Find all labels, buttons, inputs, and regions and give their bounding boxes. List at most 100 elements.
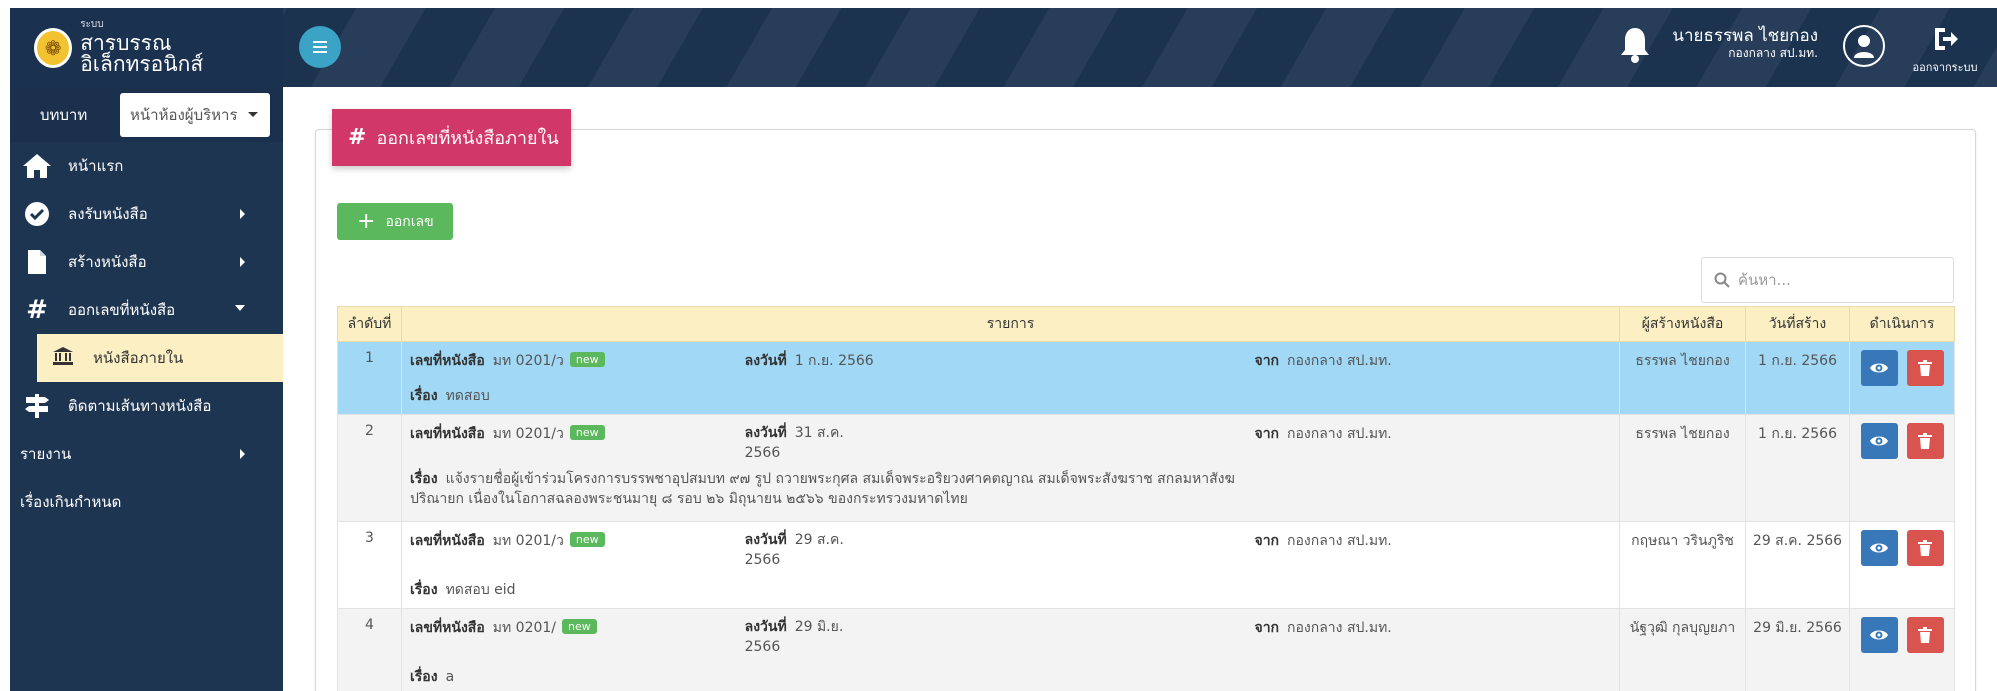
table-row[interactable]: 1 เลขที่หนังสือ มท 0201/ว new ลงวันที่ 1 ก.… <box>337 341 1955 415</box>
delete-button[interactable] <box>1906 530 1944 566</box>
row-created: 1 ก.ย. 2566 <box>1745 414 1850 522</box>
caret-down-icon <box>248 112 258 117</box>
doc-no: มท 0201/ว <box>492 353 564 369</box>
user-avatar-icon[interactable] <box>1843 25 1885 67</box>
table-row[interactable]: 4 เลขที่หนังสือ มท 0201/new ลงวันที่ 29 มิ… <box>337 608 1955 691</box>
sidebar-item-label: หน้าแรก <box>68 157 124 175</box>
sidebar-item-create[interactable]: สร้างหนังสือ <box>10 238 283 286</box>
date-label: ลงวันที่ <box>744 353 787 369</box>
bell-icon[interactable] <box>1618 26 1654 66</box>
sidebar-item-home[interactable]: หน้าแรก <box>10 142 283 190</box>
sidebar-item-tracking[interactable]: ติดตามเส้นทางหนังสือ <box>10 382 283 430</box>
user-dept: กองกลาง สป.มท. <box>1728 46 1818 61</box>
subject-label: เรื่อง <box>410 471 438 487</box>
col-actions: ดำเนินการ <box>1849 306 1955 342</box>
row-actions <box>1849 608 1955 691</box>
user-name: นายธรรพล ไชยกอง <box>1672 26 1818 46</box>
table-row[interactable]: 3 เลขที่หนังสือ มท 0201/ว new ลงวันที่ 29 ส… <box>337 521 1955 609</box>
search-box[interactable]: ค้นหา... <box>1701 257 1954 303</box>
from-label: จาก <box>1254 533 1280 549</box>
sidebar-item-label: ติดตามเส้นทางหนังสือ <box>68 397 212 415</box>
signpost-icon <box>22 391 52 421</box>
chevron-down-icon <box>235 305 245 311</box>
date-label: ลงวันที่ <box>744 425 787 441</box>
logout-button[interactable]: ออกจากระบบ <box>1900 26 1990 76</box>
row-detail: เลขที่หนังสือ มท 0201/ว new ลงวันที่ 29 ส.ค… <box>401 521 1620 609</box>
doc-subject: ทดสอบ <box>445 388 490 404</box>
file-icon <box>22 247 52 277</box>
search-input[interactable]: ค้นหา... <box>1738 268 1791 292</box>
new-badge: new <box>562 619 597 634</box>
trash-icon <box>1918 433 1932 449</box>
sidebar-item-issue-number[interactable]: # ออกเลขที่หนังสือ <box>10 286 283 334</box>
trash-icon <box>1918 627 1932 643</box>
chevron-right-icon <box>240 257 245 267</box>
doc-subject: แจ้งรายชื่อผู้เข้าร่วมโครงการบรรพชาอุปสม… <box>410 471 1235 507</box>
from-label: จาก <box>1254 353 1280 369</box>
delete-button[interactable] <box>1906 423 1944 459</box>
sidebar-item-label: รายงาน <box>20 445 72 463</box>
view-button[interactable] <box>1860 530 1898 566</box>
col-detail[interactable]: รายการ <box>401 306 1620 342</box>
row-actions <box>1849 521 1955 609</box>
add-number-button[interactable]: + ออกเลข <box>337 203 453 240</box>
row-creator: ธรรพล ไชยกอง <box>1619 341 1746 415</box>
doc-no-label: เลขที่หนังสือ <box>410 533 485 549</box>
delete-button[interactable] <box>1906 350 1944 386</box>
col-creator[interactable]: ผู้สร้างหนังสือ <box>1619 306 1746 342</box>
doc-date: 1 ก.ย. 2566 <box>794 353 874 369</box>
new-badge: new <box>569 425 605 440</box>
menu-toggle-button[interactable] <box>299 26 341 68</box>
row-created: 29 ส.ค. 2566 <box>1745 521 1850 609</box>
col-created[interactable]: วันที่สร้าง <box>1745 306 1850 342</box>
sidebar-item-label: หนังสือภายใน <box>93 349 184 367</box>
table-row[interactable]: 2 เลขที่หนังสือ มท 0201/ว new ลงวันที่ 31 ส… <box>337 414 1955 522</box>
user-info: นายธรรพล ไชยกอง กองกลาง สป.มท. <box>1658 26 1818 61</box>
row-seq: 1 <box>337 341 402 415</box>
doc-no: มท 0201/ว <box>492 533 564 549</box>
eye-icon <box>1870 363 1888 373</box>
sidebar: บทบาท หน้าห้องผู้บริหาร หน้าแรก ลงรับหนั… <box>10 87 283 691</box>
sidebar-item-internal[interactable]: หนังสือภายใน <box>37 334 283 382</box>
role-select[interactable]: หน้าห้องผู้บริหาร <box>120 92 270 137</box>
doc-subject: a <box>445 669 455 685</box>
sidebar-item-overdue[interactable]: เรื่องเกินกำหนด <box>10 478 283 526</box>
brand[interactable]: ❁ ระบบ สารบรรณอิเล็กทรอนิกส์ <box>10 8 283 87</box>
brand-title: สารบรรณอิเล็กทรอนิกส์ <box>80 31 204 76</box>
subject-label: เรื่อง <box>410 582 438 598</box>
sidebar-item-receive[interactable]: ลงรับหนังสือ <box>10 190 283 238</box>
subject-label: เรื่อง <box>410 669 438 685</box>
row-detail: เลขที่หนังสือ มท 0201/ว new ลงวันที่ 31 ส.ค… <box>401 414 1620 522</box>
table-header-row: ลำดับที่ รายการ ผู้สร้างหนังสือ วันที่สร… <box>337 306 1955 342</box>
document-table: ลำดับที่ รายการ ผู้สร้างหนังสือ วันที่สร… <box>337 306 1955 691</box>
row-detail: เลขที่หนังสือ มท 0201/new ลงวันที่ 29 มิ.ย… <box>401 608 1620 691</box>
chevron-right-icon <box>240 209 245 219</box>
new-badge: new <box>569 532 605 547</box>
date-label: ลงวันที่ <box>744 532 787 548</box>
view-button[interactable] <box>1860 617 1898 653</box>
add-number-label: ออกเลข <box>385 213 434 230</box>
sidebar-item-report[interactable]: รายงาน <box>10 430 283 478</box>
logout-icon <box>1935 28 1958 50</box>
row-actions <box>1849 341 1955 415</box>
delete-button[interactable] <box>1906 617 1944 653</box>
subject-label: เรื่อง <box>410 388 438 404</box>
eye-icon <box>1870 630 1888 640</box>
row-seq: 4 <box>337 608 402 691</box>
view-button[interactable] <box>1860 423 1898 459</box>
doc-no-label: เลขที่หนังสือ <box>410 353 485 369</box>
view-button[interactable] <box>1860 350 1898 386</box>
plus-icon: + <box>357 208 376 234</box>
from-label: จาก <box>1254 426 1280 442</box>
eye-icon <box>1870 543 1888 553</box>
doc-no: มท 0201/ <box>492 620 557 636</box>
bank-icon <box>53 347 73 369</box>
doc-no-label: เลขที่หนังสือ <box>410 426 485 442</box>
row-seq: 3 <box>337 521 402 609</box>
brand-small-label: ระบบ <box>80 19 104 30</box>
doc-from: กองกลาง สป.มท. <box>1287 533 1392 549</box>
col-seq[interactable]: ลำดับที่ <box>337 306 402 342</box>
sidebar-item-label: ออกเลขที่หนังสือ <box>68 301 176 319</box>
role-label: บทบาท <box>40 105 88 124</box>
panel-title-text: ออกเลขที่หนังสือภายใน <box>376 128 559 149</box>
